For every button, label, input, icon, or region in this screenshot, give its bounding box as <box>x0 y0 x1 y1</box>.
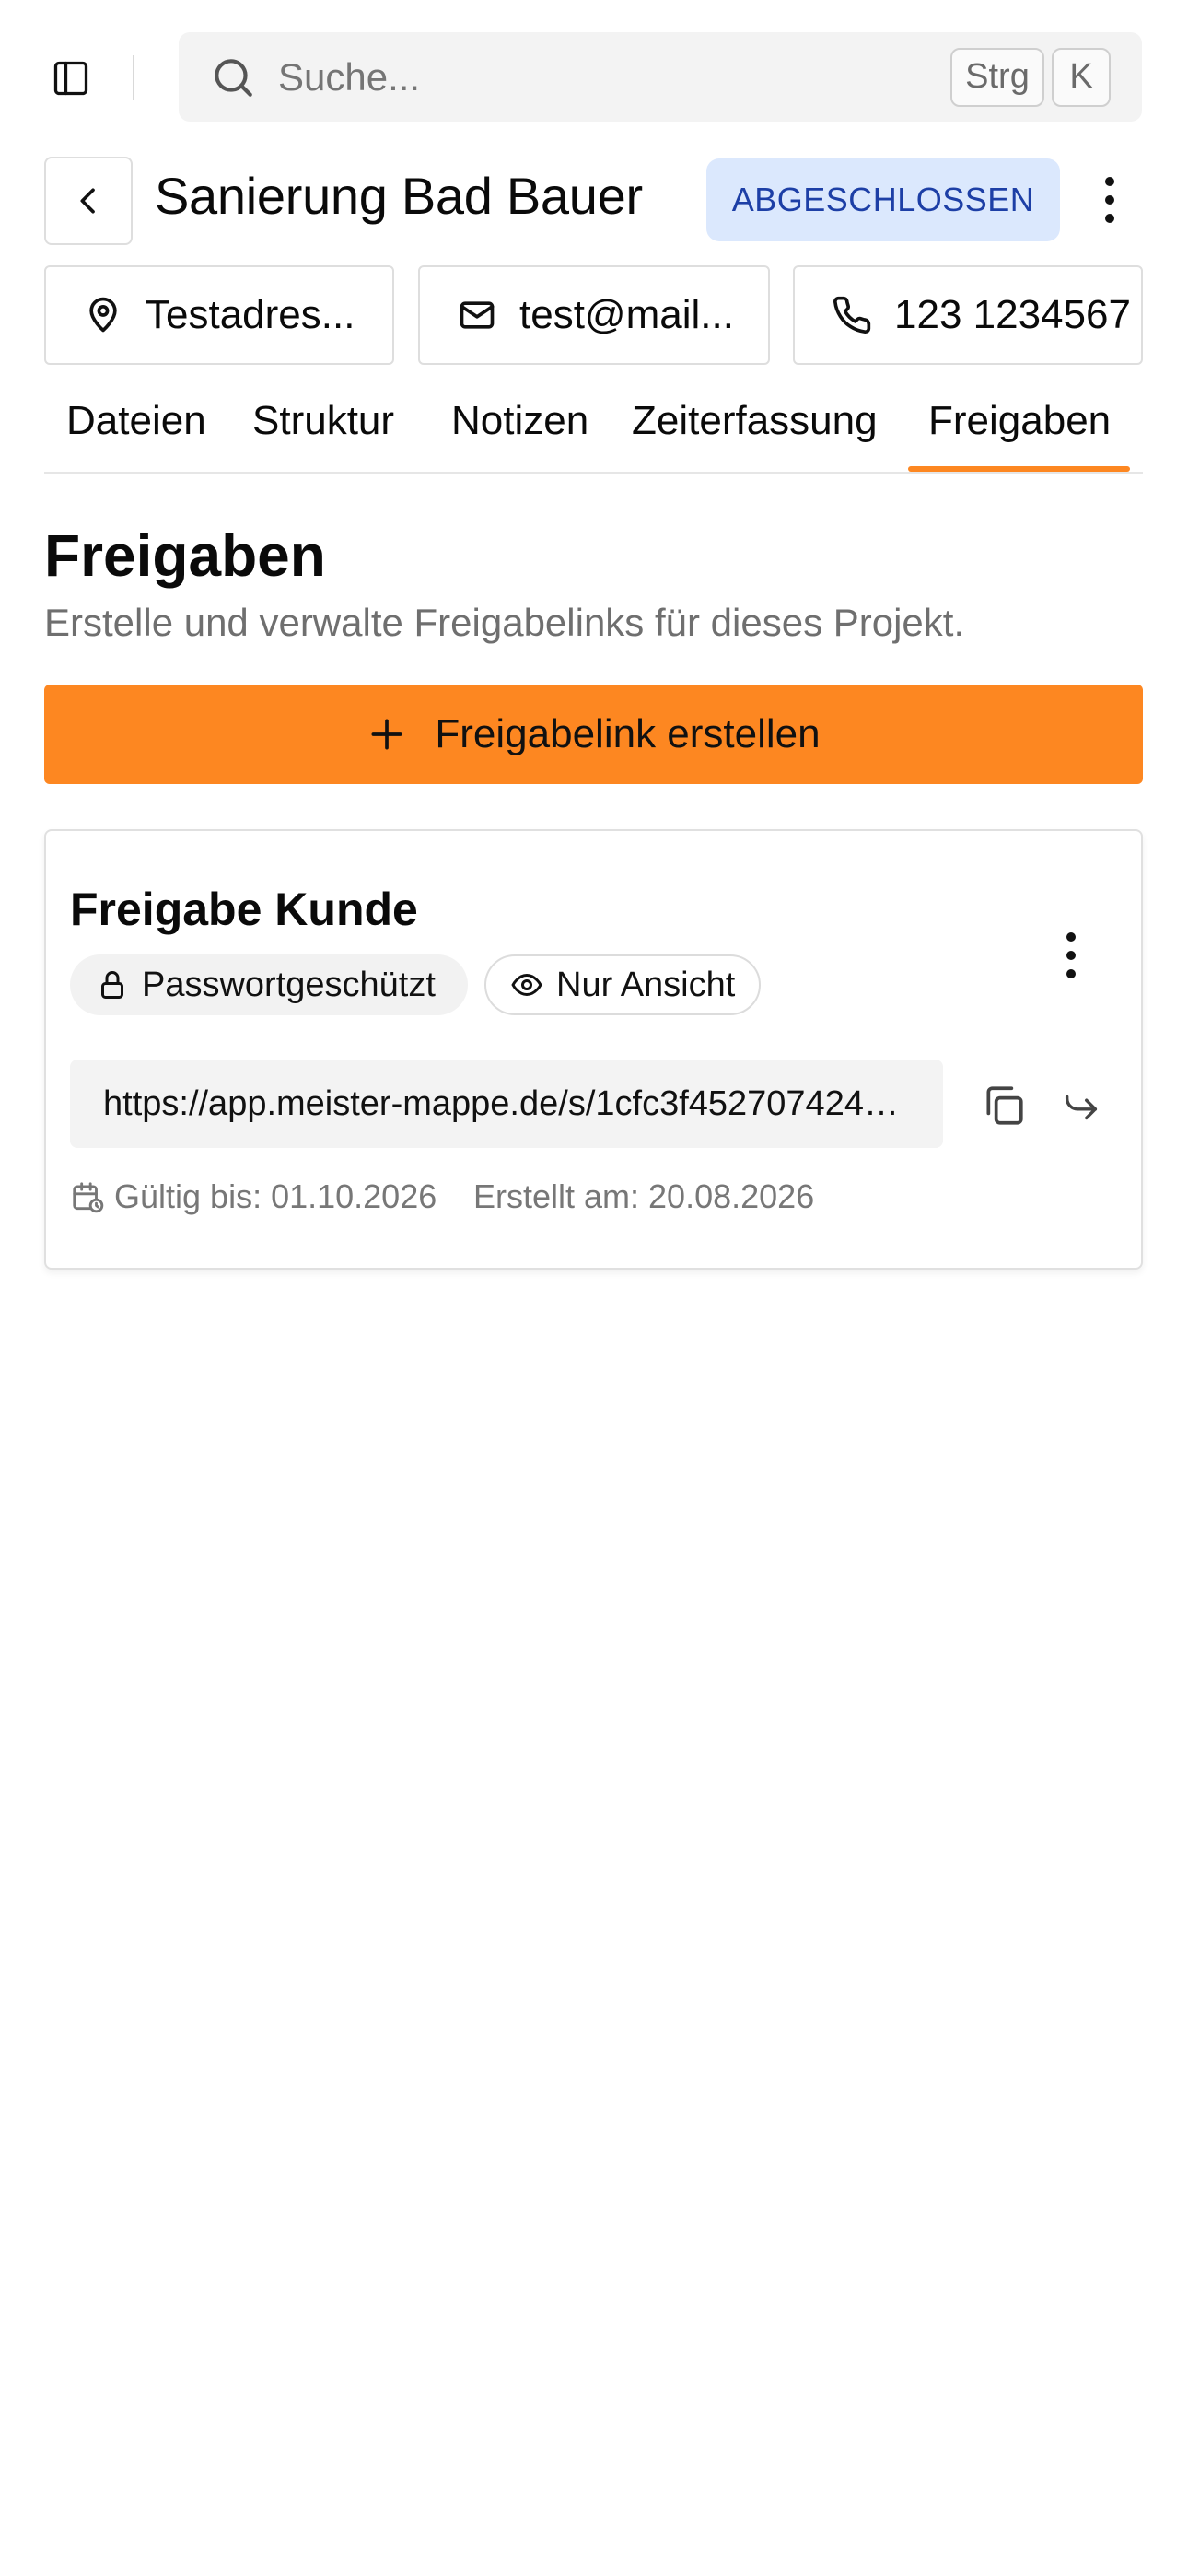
phone-chip[interactable]: 123 1234567 <box>793 265 1143 365</box>
tab-struktur[interactable]: Struktur <box>252 398 394 444</box>
view-only-tag: Nur Ansicht <box>484 954 761 1015</box>
password-protected-label: Passwortgeschützt <box>142 965 436 1004</box>
active-tab-indicator <box>908 466 1130 472</box>
top-bar: Strg K <box>0 0 1188 138</box>
search-bar[interactable]: Strg K <box>179 32 1142 122</box>
project-title: Sanierung Bad Bauer <box>155 167 643 225</box>
status-badge: ABGESCHLOSSEN <box>706 158 1060 241</box>
more-vertical-icon <box>1103 174 1116 226</box>
search-input[interactable] <box>278 54 950 100</box>
address-text: Testadres... <box>146 292 355 337</box>
created-at-text: Erstellt am: 20.08.2026 <box>473 1177 815 1215</box>
copy-link-button[interactable] <box>978 1080 1030 1131</box>
email-text: test@mail... <box>519 292 734 337</box>
back-button[interactable] <box>44 157 133 245</box>
section-title: Freigaben <box>44 522 326 589</box>
created-at: Erstellt am: 20.08.2026 <box>473 1177 814 1216</box>
search-icon <box>210 54 256 100</box>
share-card: Freigabe Kunde Passwortgeschützt Nur Ans… <box>44 829 1143 1270</box>
view-only-label: Nur Ansicht <box>556 965 736 1004</box>
phone-icon <box>832 295 872 335</box>
shortcut-key-k: K <box>1052 47 1111 107</box>
create-share-link-button[interactable]: Freigabelink erstellen <box>44 685 1143 784</box>
share-more-button[interactable] <box>1048 923 1094 988</box>
address-chip[interactable]: Testadres... <box>44 265 394 365</box>
section-subtitle: Erstelle und verwalte Freigabelinks für … <box>44 601 965 644</box>
shortcut-key-strg: Strg <box>950 47 1044 107</box>
tab-notizen[interactable]: Notizen <box>451 398 588 444</box>
lock-icon <box>96 968 129 1001</box>
share-forward-icon <box>1060 1084 1102 1127</box>
share-title: Freigabe Kunde <box>70 884 418 935</box>
share-url: https://app.meister-mappe.de/s/1cfc3f452… <box>103 1083 904 1123</box>
tab-dateien[interactable]: Dateien <box>66 398 206 444</box>
password-protected-tag: Passwortgeschützt <box>70 954 468 1015</box>
top-bar-divider <box>133 55 134 100</box>
mail-icon <box>457 295 497 335</box>
sidebar-toggle-icon[interactable] <box>48 55 94 101</box>
create-share-link-label: Freigabelink erstellen <box>435 711 821 756</box>
copy-icon <box>981 1083 1027 1129</box>
eye-icon <box>510 968 543 1001</box>
chevron-left-icon <box>70 182 107 219</box>
tab-zeiterfassung[interactable]: Zeiterfassung <box>632 398 878 444</box>
more-vertical-icon <box>1065 930 1077 981</box>
calendar-clock-icon <box>70 1179 105 1214</box>
phone-text: 123 1234567 <box>894 292 1131 337</box>
project-tabs: Dateien Struktur Notizen Zeiterfassung F… <box>44 387 1143 474</box>
share-url-field[interactable]: https://app.meister-mappe.de/s/1cfc3f452… <box>70 1060 943 1148</box>
map-pin-icon <box>83 295 123 335</box>
valid-until: Gültig bis: 01.10.2026 <box>70 1177 437 1216</box>
project-more-button[interactable] <box>1087 168 1133 232</box>
email-chip[interactable]: test@mail... <box>418 265 770 365</box>
tab-freigaben[interactable]: Freigaben <box>928 398 1111 444</box>
share-link-button[interactable] <box>1055 1080 1107 1131</box>
valid-until-text: Gültig bis: 01.10.2026 <box>114 1177 437 1215</box>
plus-icon <box>367 714 407 755</box>
